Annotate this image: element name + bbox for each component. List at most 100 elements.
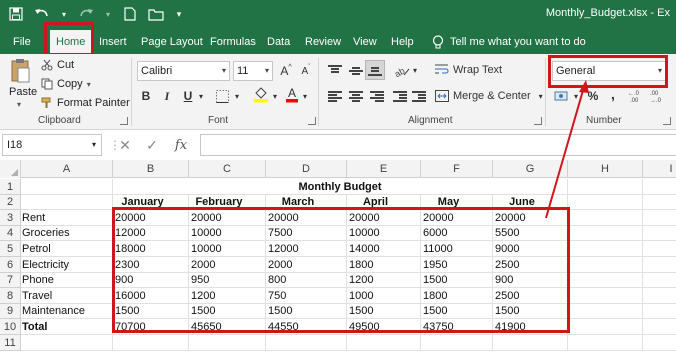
number-launcher-icon[interactable]: [663, 117, 671, 125]
value-cell[interactable]: 2000: [189, 257, 266, 273]
fill-color-button[interactable]: [252, 84, 270, 104]
row-label[interactable]: Maintenance: [21, 304, 113, 319]
value-cell[interactable]: 1800: [347, 257, 421, 273]
row-header-11[interactable]: 11: [0, 335, 21, 351]
increase-indent-button[interactable]: [411, 86, 427, 106]
empty-cell[interactable]: [266, 335, 347, 351]
percent-button[interactable]: %: [586, 86, 600, 106]
tab-help[interactable]: Help: [391, 32, 414, 52]
empty-cell[interactable]: [568, 210, 643, 226]
empty-cell[interactable]: [568, 179, 643, 195]
value-cell[interactable]: 49500: [347, 319, 421, 335]
font-color-button[interactable]: A: [284, 84, 300, 104]
value-cell[interactable]: 43750: [421, 319, 493, 335]
value-cell[interactable]: 16000: [113, 288, 189, 304]
empty-cell[interactable]: [568, 195, 643, 210]
cut-button[interactable]: Cut: [41, 57, 74, 73]
empty-cell[interactable]: [21, 179, 113, 195]
underline-dropdown-icon[interactable]: ▾: [196, 86, 206, 106]
decrease-decimal-button[interactable]: .00 →.0: [650, 86, 668, 106]
value-cell[interactable]: 1500: [347, 304, 421, 319]
empty-cell[interactable]: [568, 335, 643, 351]
cancel-icon[interactable]: ✕: [116, 136, 134, 154]
value-cell[interactable]: 20000: [493, 210, 568, 226]
value-cell[interactable]: 1500: [266, 304, 347, 319]
name-box[interactable]: I18 ▾: [2, 134, 102, 156]
format-painter-button[interactable]: Format Painter: [41, 95, 130, 111]
undo-icon[interactable]: [34, 6, 50, 22]
month-header[interactable]: May: [421, 195, 493, 210]
empty-cell[interactable]: [347, 335, 421, 351]
value-cell[interactable]: 1000: [347, 288, 421, 304]
empty-cell[interactable]: [643, 304, 676, 319]
column-header-f[interactable]: F: [421, 160, 493, 178]
empty-cell[interactable]: [568, 304, 643, 319]
insert-function-icon[interactable]: fx: [172, 136, 190, 154]
font-launcher-icon[interactable]: [308, 117, 316, 125]
value-cell[interactable]: 20000: [421, 210, 493, 226]
merge-center-button[interactable]: Merge & Center ▾: [435, 86, 543, 106]
empty-cell[interactable]: [568, 226, 643, 241]
value-cell[interactable]: 11000: [421, 241, 493, 257]
tab-insert[interactable]: Insert: [99, 32, 127, 52]
align-bottom-button[interactable]: [365, 60, 385, 80]
value-cell[interactable]: 5500: [493, 226, 568, 241]
value-cell[interactable]: 12000: [113, 226, 189, 241]
tab-page-layout[interactable]: Page Layout: [141, 32, 203, 52]
empty-cell[interactable]: [643, 319, 676, 335]
copy-dropdown-icon[interactable]: ▾: [87, 80, 91, 89]
tab-review[interactable]: Review: [305, 32, 341, 52]
column-header-a[interactable]: A: [21, 160, 113, 178]
column-header-c[interactable]: C: [189, 160, 266, 178]
column-header-e[interactable]: E: [347, 160, 421, 178]
empty-cell[interactable]: [189, 335, 266, 351]
value-cell[interactable]: 9000: [493, 241, 568, 257]
row-label[interactable]: Total: [21, 319, 113, 335]
new-file-icon[interactable]: [122, 6, 138, 22]
row-label[interactable]: Rent: [21, 210, 113, 226]
empty-cell[interactable]: [643, 195, 676, 210]
row-header-4[interactable]: 4: [0, 226, 21, 241]
customize-toolbar-icon[interactable]: ▾: [174, 6, 184, 22]
empty-cell[interactable]: [493, 335, 568, 351]
value-cell[interactable]: 41900: [493, 319, 568, 335]
grow-font-button[interactable]: A ^: [278, 61, 294, 81]
value-cell[interactable]: 14000: [347, 241, 421, 257]
value-cell[interactable]: 20000: [189, 210, 266, 226]
month-header[interactable]: January: [113, 195, 189, 210]
sheet-title[interactable]: Monthly Budget: [113, 179, 568, 195]
fill-color-dropdown-icon[interactable]: ▾: [270, 86, 280, 106]
borders-dropdown-icon[interactable]: ▾: [232, 86, 242, 106]
decrease-indent-button[interactable]: [392, 86, 408, 106]
row-header-5[interactable]: 5: [0, 241, 21, 257]
column-header-d[interactable]: D: [266, 160, 347, 178]
align-right-button[interactable]: [367, 86, 387, 106]
value-cell[interactable]: 20000: [266, 210, 347, 226]
redo-icon[interactable]: [78, 6, 94, 22]
paste-button[interactable]: Paste: [9, 86, 37, 98]
save-icon[interactable]: [8, 6, 24, 22]
value-cell[interactable]: 900: [493, 273, 568, 288]
enter-check-icon[interactable]: ✓: [143, 136, 161, 154]
value-cell[interactable]: 750: [266, 288, 347, 304]
column-header-g[interactable]: G: [493, 160, 568, 178]
empty-cell[interactable]: [568, 319, 643, 335]
row-label[interactable]: Groceries: [21, 226, 113, 241]
open-folder-icon[interactable]: [148, 6, 164, 22]
value-cell[interactable]: 1200: [189, 288, 266, 304]
redo-dropdown-icon[interactable]: ▾: [104, 6, 112, 22]
month-header[interactable]: February: [189, 195, 266, 210]
value-cell[interactable]: 12000: [266, 241, 347, 257]
row-header-10[interactable]: 10: [0, 319, 21, 335]
wrap-text-button[interactable]: Wrap Text: [435, 60, 502, 80]
value-cell[interactable]: 20000: [347, 210, 421, 226]
comma-button[interactable]: ,: [606, 84, 620, 104]
merge-dropdown-icon[interactable]: ▾: [539, 92, 543, 101]
value-cell[interactable]: 1500: [421, 304, 493, 319]
value-cell[interactable]: 800: [266, 273, 347, 288]
empty-cell[interactable]: [643, 257, 676, 273]
month-header[interactable]: April: [347, 195, 421, 210]
value-cell[interactable]: 2300: [113, 257, 189, 273]
copy-button[interactable]: Copy ▾: [41, 76, 91, 92]
value-cell[interactable]: 1500: [421, 273, 493, 288]
